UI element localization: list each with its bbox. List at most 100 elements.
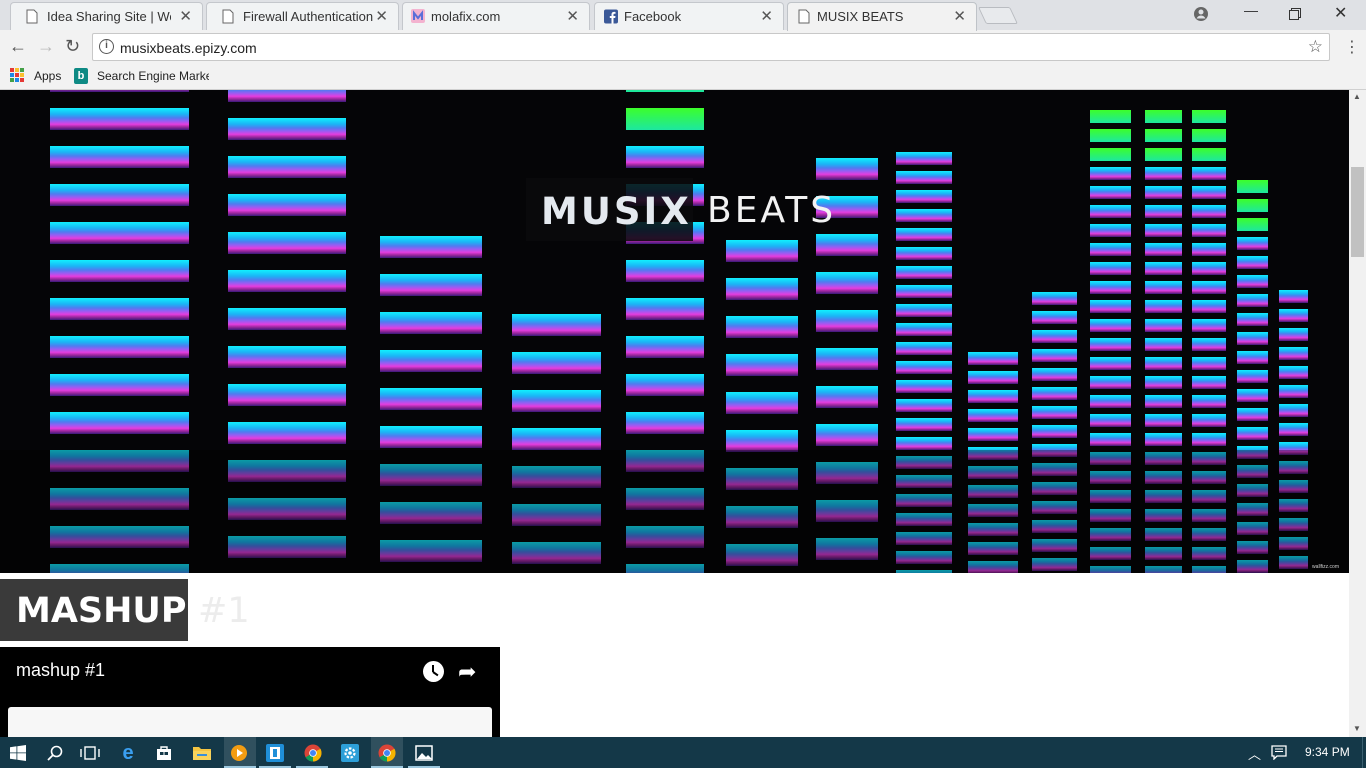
equalizer-bar	[1032, 330, 1077, 343]
equalizer-bar	[1145, 300, 1182, 313]
tab-firewall[interactable]: Firewall Authentication ✕	[206, 2, 399, 30]
equalizer-bar	[968, 371, 1018, 384]
equalizer-bar	[1237, 408, 1268, 421]
equalizer-bar	[1145, 433, 1182, 446]
show-desktop-button[interactable]	[1362, 737, 1366, 768]
tab-facebook[interactable]: Facebook ✕	[594, 2, 784, 30]
equalizer-bar	[896, 152, 952, 165]
menu-icon[interactable]: ⋮	[1344, 37, 1360, 57]
url-text[interactable]: musixbeats.epizy.com	[120, 40, 257, 56]
equalizer-bar	[1090, 148, 1131, 161]
hero-banner: MUSIX BEATS wallfizz.com	[0, 90, 1349, 573]
store-icon[interactable]	[156, 745, 172, 761]
settings-icon[interactable]	[341, 744, 359, 762]
reload-icon[interactable]: ↻	[65, 36, 80, 57]
equalizer-bar	[1145, 395, 1182, 408]
photos-icon[interactable]	[415, 744, 433, 762]
bookmark-search-engine[interactable]: Search Engine Marke	[97, 69, 209, 83]
equalizer-bar	[512, 352, 601, 374]
scroll-thumb[interactable]	[1351, 167, 1364, 257]
equalizer-bar	[816, 386, 878, 408]
close-icon[interactable]: ✕	[566, 7, 579, 25]
apps-icon[interactable]	[10, 68, 24, 82]
equalizer-bar	[1090, 186, 1131, 199]
close-icon[interactable]: ✕	[953, 7, 966, 25]
equalizer-bar	[1279, 366, 1308, 379]
minimize-icon[interactable]: —	[1244, 2, 1258, 18]
watch-later-icon[interactable]	[423, 661, 444, 682]
chrome-icon[interactable]	[378, 744, 396, 762]
task-view-icon[interactable]	[80, 745, 100, 761]
new-tab-button[interactable]	[978, 7, 1018, 24]
bookmark-star-icon[interactable]: ☆	[1308, 37, 1323, 57]
equalizer-bar	[726, 354, 798, 376]
tab-idea-sharing[interactable]: Idea Sharing Site | Welco ✕	[10, 2, 203, 30]
share-icon[interactable]: ➦	[458, 659, 476, 685]
page-icon	[798, 9, 810, 24]
equalizer-bar	[1145, 357, 1182, 370]
equalizer-bar	[1279, 309, 1308, 322]
equalizer-bar	[896, 285, 952, 298]
bookmark-apps[interactable]: Apps	[34, 69, 61, 83]
equalizer-bar	[50, 222, 189, 244]
chrome-icon[interactable]	[304, 744, 322, 762]
tab-molafix[interactable]: molafix.com ✕	[402, 2, 590, 30]
close-icon[interactable]: ✕	[375, 7, 388, 25]
forward-icon[interactable]: →	[37, 36, 55, 57]
equalizer-bar	[1237, 237, 1268, 250]
notifications-icon[interactable]	[1271, 745, 1287, 760]
equalizer-bar	[1145, 110, 1182, 123]
equalizer-bar	[626, 374, 704, 396]
back-icon[interactable]: ←	[9, 36, 27, 57]
equalizer-bar	[1192, 110, 1226, 123]
logo-musix[interactable]: MUSIX	[541, 190, 692, 233]
audio-player-embed[interactable]: mashup #1 ➦	[0, 647, 500, 737]
page-icon	[222, 9, 234, 24]
equalizer-bar	[1237, 199, 1268, 212]
bing-icon: b	[74, 68, 88, 84]
equalizer-bar	[1192, 148, 1226, 161]
profile-icon[interactable]	[1193, 6, 1209, 22]
equalizer-bar	[626, 298, 704, 320]
scroll-down-icon[interactable]: ▼	[1353, 724, 1361, 733]
tab-musix-beats[interactable]: MUSIX BEATS ✕	[787, 2, 977, 31]
player-title[interactable]: mashup #1	[16, 660, 105, 681]
scroll-up-icon[interactable]: ▲	[1353, 92, 1361, 101]
close-icon[interactable]: ✕	[179, 7, 192, 25]
equalizer-bar	[380, 236, 482, 258]
taskbar-clock[interactable]: 9:34 PM	[1305, 745, 1350, 759]
tab-strip: Idea Sharing Site | Welco ✕ Firewall Aut…	[0, 0, 1366, 31]
equalizer-bar	[1032, 292, 1077, 305]
equalizer-bar	[1145, 243, 1182, 256]
logo-beats[interactable]: BEATS	[707, 190, 836, 231]
tab-title: Idea Sharing Site | Welco	[47, 9, 171, 24]
equalizer-bar	[626, 260, 704, 282]
equalizer-bar	[228, 270, 346, 292]
media-player-icon[interactable]	[230, 744, 248, 762]
equalizer-bar	[1279, 347, 1308, 360]
equalizer-bar	[1090, 433, 1131, 446]
equalizer-bar	[896, 247, 952, 260]
equalizer-bar	[50, 146, 189, 168]
address-bar[interactable]: i musixbeats.epizy.com ☆	[92, 33, 1330, 61]
file-explorer-icon[interactable]	[193, 745, 211, 760]
close-icon[interactable]: ✕	[760, 7, 773, 25]
equalizer-bar	[1192, 395, 1226, 408]
equalizer-bar	[1279, 328, 1308, 341]
restore-icon[interactable]	[1289, 8, 1301, 20]
search-icon[interactable]	[47, 745, 63, 761]
equalizer-bar	[1192, 319, 1226, 332]
info-icon[interactable]: i	[99, 39, 114, 54]
equalizer-bar	[816, 158, 878, 180]
page-scrollbar[interactable]: ▲ ▼	[1349, 90, 1366, 737]
tab-title: Facebook	[624, 9, 682, 24]
app-icon[interactable]	[266, 744, 284, 762]
window-close-icon[interactable]: ✕	[1334, 3, 1347, 23]
equalizer-bar	[968, 409, 1018, 422]
edge-icon[interactable]: e	[118, 742, 138, 764]
start-icon[interactable]	[10, 745, 26, 761]
tray-chevron-icon[interactable]: ︿	[1248, 744, 1261, 763]
equalizer-bar	[1032, 349, 1077, 362]
player-content[interactable]	[8, 707, 492, 737]
equalizer-bar	[1237, 180, 1268, 193]
